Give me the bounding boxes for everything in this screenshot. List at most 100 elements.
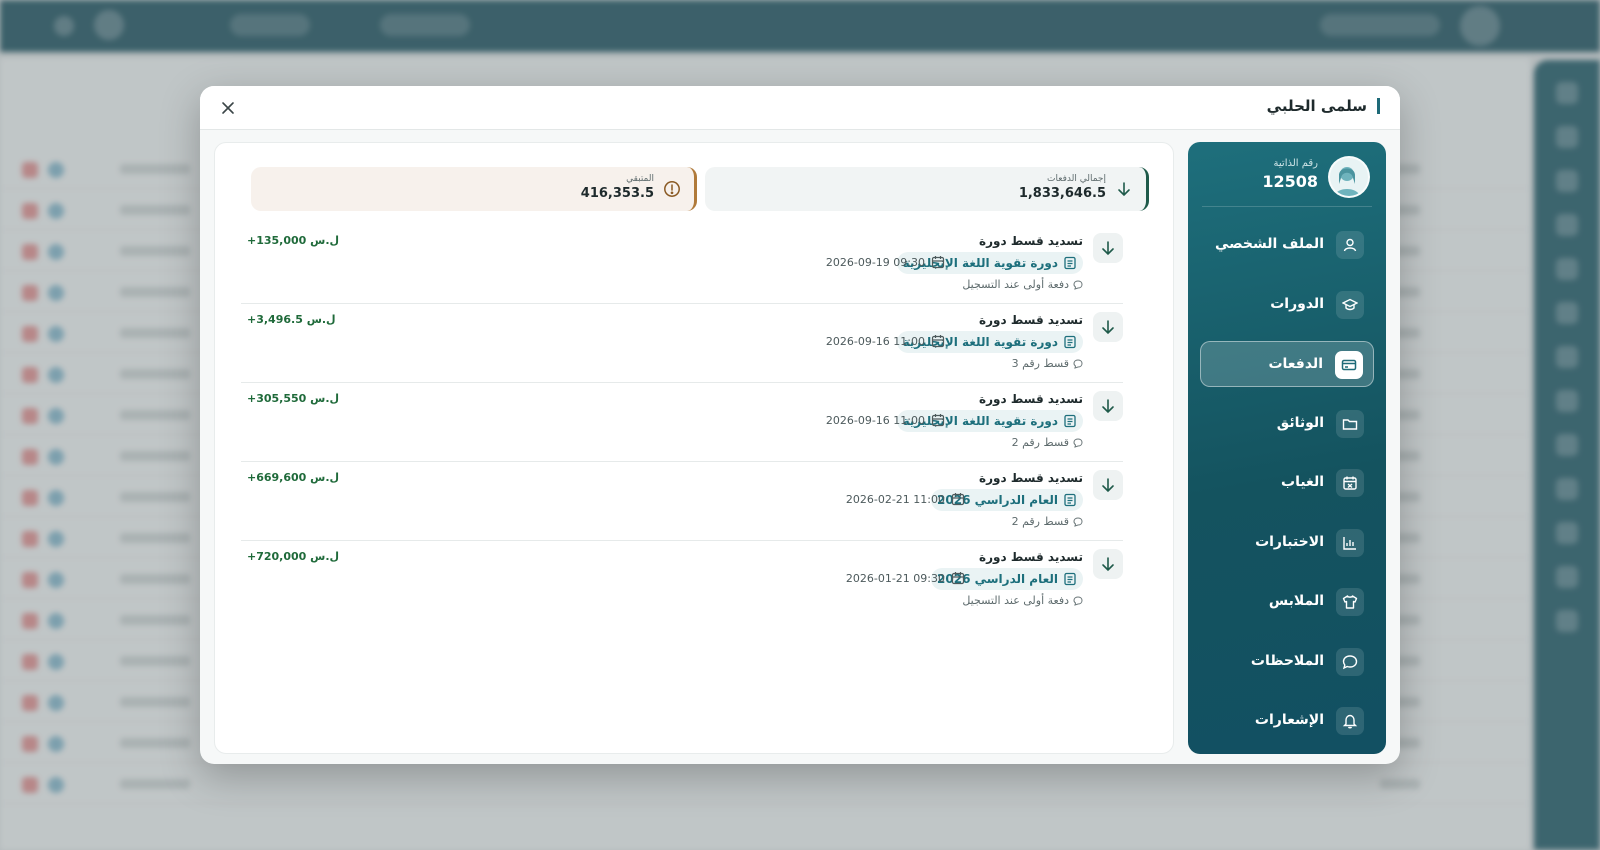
calendar-x-icon: [1336, 469, 1364, 497]
bar-chart-icon: [1336, 528, 1364, 557]
sidebar-item-exams[interactable]: الاختبارات: [1200, 520, 1374, 566]
payment-date-text: 2026-09-16 11:00: [825, 413, 925, 427]
modal-title: سلمى الحلبي: [1267, 98, 1380, 114]
payment-date: 2026-02-21 11:00: [846, 492, 965, 506]
arrow-down-icon: [1093, 549, 1123, 579]
sidebar-item-label: الدورات: [1270, 295, 1324, 312]
payment-date: 2026-09-16 11:00: [826, 334, 945, 348]
arrow-down-icon: [1093, 233, 1123, 263]
sidebar-item-label: الإشعارات: [1254, 712, 1324, 728]
sidebar-item-profile[interactable]: الملف الشخصي: [1200, 222, 1374, 268]
document-icon: [1064, 335, 1076, 349]
sidebar-item-documents[interactable]: الوثائق: [1200, 401, 1374, 447]
payment-date: 2026-01-21 09:30: [846, 571, 965, 585]
total-payments-card: إجمالي الدفعات 1,833,646.5: [705, 167, 1149, 211]
total-payments-value: 1,833,646.5: [1018, 186, 1106, 201]
payment-note-text: قسط رقم 2: [1011, 515, 1069, 528]
total-payments-label: إجمالي الدفعات: [1047, 174, 1106, 184]
sidebar-item-notes[interactable]: الملاحظات: [1200, 639, 1374, 685]
payment-item: تسديد قسط دورة دورة تقوية اللغة الإنجليز…: [241, 225, 1123, 304]
remaining-label: المتبقي: [626, 174, 654, 184]
document-icon: [1064, 256, 1076, 270]
sidebar-item-label: الملابس: [1268, 593, 1324, 609]
sidebar-item-payments[interactable]: الدفعات: [1200, 341, 1374, 387]
comment-icon: [1073, 595, 1083, 606]
folder-icon: [1336, 409, 1364, 438]
calendar-icon: [931, 414, 945, 427]
payment-title: تسديد قسط دورة: [979, 234, 1083, 248]
payment-note: قسط رقم 3: [1012, 357, 1083, 370]
message-icon: [1336, 647, 1364, 676]
sidebar-item-label: الاختبارات: [1255, 533, 1324, 550]
payment-amount: +135,000 ل.س: [247, 234, 340, 247]
shirt-icon: [1336, 588, 1364, 616]
arrow-down-icon: [1093, 470, 1123, 500]
payment-date-text: 2026-02-21 11:00: [845, 492, 945, 506]
payment-title: تسديد قسط دورة: [979, 471, 1083, 485]
student-modal: سلمى الحلبي رقم الذاتية 12508 الملف الشخ…: [200, 86, 1400, 764]
sidebar-divider: [1202, 206, 1372, 207]
calendar-icon: [931, 256, 945, 269]
alert-circle-icon: [662, 179, 682, 199]
payment-note: قسط رقم 2: [1012, 515, 1083, 528]
payment-note: دفعة أولى عند التسجيل: [962, 278, 1083, 291]
payment-item: تسديد قسط دورة العام الدراسي 2026 2026-0…: [241, 462, 1123, 541]
modal-header: سلمى الحلبي: [200, 86, 1400, 130]
payment-item: تسديد قسط دورة العام الدراسي 2026 2026-0…: [241, 541, 1123, 620]
sidebar-item-label: الملاحظات: [1250, 652, 1324, 669]
payment-item: تسديد قسط دورة دورة تقوية اللغة الإنجليز…: [241, 304, 1123, 383]
payment-amount: +720,000 ل.س: [247, 550, 340, 563]
sidebar-item-label: الدفعات: [1268, 356, 1323, 372]
close-button[interactable]: [218, 98, 238, 118]
payment-title: تسديد قسط دورة: [979, 313, 1083, 327]
payment-note-text: دفعة أولى عند التسجيل: [962, 278, 1069, 291]
document-icon: [1064, 572, 1076, 586]
sidebar-item-label: الغياب: [1281, 474, 1324, 490]
profile-summary: رقم الذاتية 12508: [1202, 156, 1372, 208]
payment-date-text: 2026-09-19 09:30: [825, 255, 925, 269]
remaining-value: 416,353.5: [580, 186, 654, 201]
payment-note-text: قسط رقم 3: [1011, 357, 1069, 370]
comment-icon: [1073, 437, 1083, 448]
payment-note-text: قسط رقم 2: [1011, 436, 1069, 449]
arrow-down-icon: [1114, 179, 1134, 199]
payment-item: تسديد قسط دورة دورة تقوية اللغة الإنجليز…: [241, 383, 1123, 462]
payment-amount: +3,496.5 ل.س: [247, 313, 336, 326]
profile-sidebar: رقم الذاتية 12508 الملف الشخصي الدورات ا…: [1188, 142, 1386, 754]
arrow-down-icon: [1093, 391, 1123, 421]
calendar-icon: [951, 493, 965, 506]
calendar-icon: [931, 335, 945, 348]
sidebar-item-notifications[interactable]: الإشعارات: [1200, 698, 1374, 744]
close-icon: [222, 102, 234, 114]
payment-note-text: دفعة أولى عند التسجيل: [962, 594, 1069, 607]
payment-date: 2026-09-19 09:30: [826, 255, 945, 269]
payments-list: تسديد قسط دورة دورة تقوية اللغة الإنجليز…: [241, 225, 1123, 620]
payment-date-text: 2026-01-21 09:30: [845, 571, 945, 585]
payments-panel: إجمالي الدفعات 1,833,646.5 المتبقي 416,3…: [214, 142, 1174, 754]
remaining-card: المتبقي 416,353.5: [251, 167, 697, 211]
payment-note: دفعة أولى عند التسجيل: [962, 594, 1083, 607]
payment-date-text: 2026-09-16 11:00: [825, 334, 925, 348]
payment-title: تسديد قسط دورة: [979, 392, 1083, 406]
graduation-cap-icon: [1336, 290, 1364, 319]
bell-icon: [1336, 707, 1364, 735]
document-icon: [1064, 414, 1076, 428]
sidebar-item-clothes[interactable]: الملابس: [1200, 579, 1374, 625]
arrow-down-icon: [1093, 312, 1123, 342]
payment-amount: +305,550 ل.س: [247, 392, 340, 405]
sidebar-item-label: الملف الشخصي: [1214, 236, 1324, 252]
comment-icon: [1073, 358, 1083, 369]
user-icon: [1336, 231, 1364, 259]
credit-card-icon: [1335, 351, 1363, 379]
sidebar-item-courses[interactable]: الدورات: [1200, 282, 1374, 328]
comment-icon: [1073, 279, 1083, 290]
sidebar-nav: الملف الشخصي الدورات الدفعات الوثائق الغ…: [1200, 222, 1374, 754]
sidebar-item-label: الوثائق: [1276, 414, 1324, 431]
avatar: [1328, 156, 1370, 198]
comment-icon: [1073, 516, 1083, 527]
student-id-value: 12508: [1262, 172, 1318, 191]
payment-title: تسديد قسط دورة: [979, 550, 1083, 564]
payment-note: قسط رقم 2: [1012, 436, 1083, 449]
sidebar-item-absence[interactable]: الغياب: [1200, 460, 1374, 506]
payment-date: 2026-09-16 11:00: [826, 413, 945, 427]
